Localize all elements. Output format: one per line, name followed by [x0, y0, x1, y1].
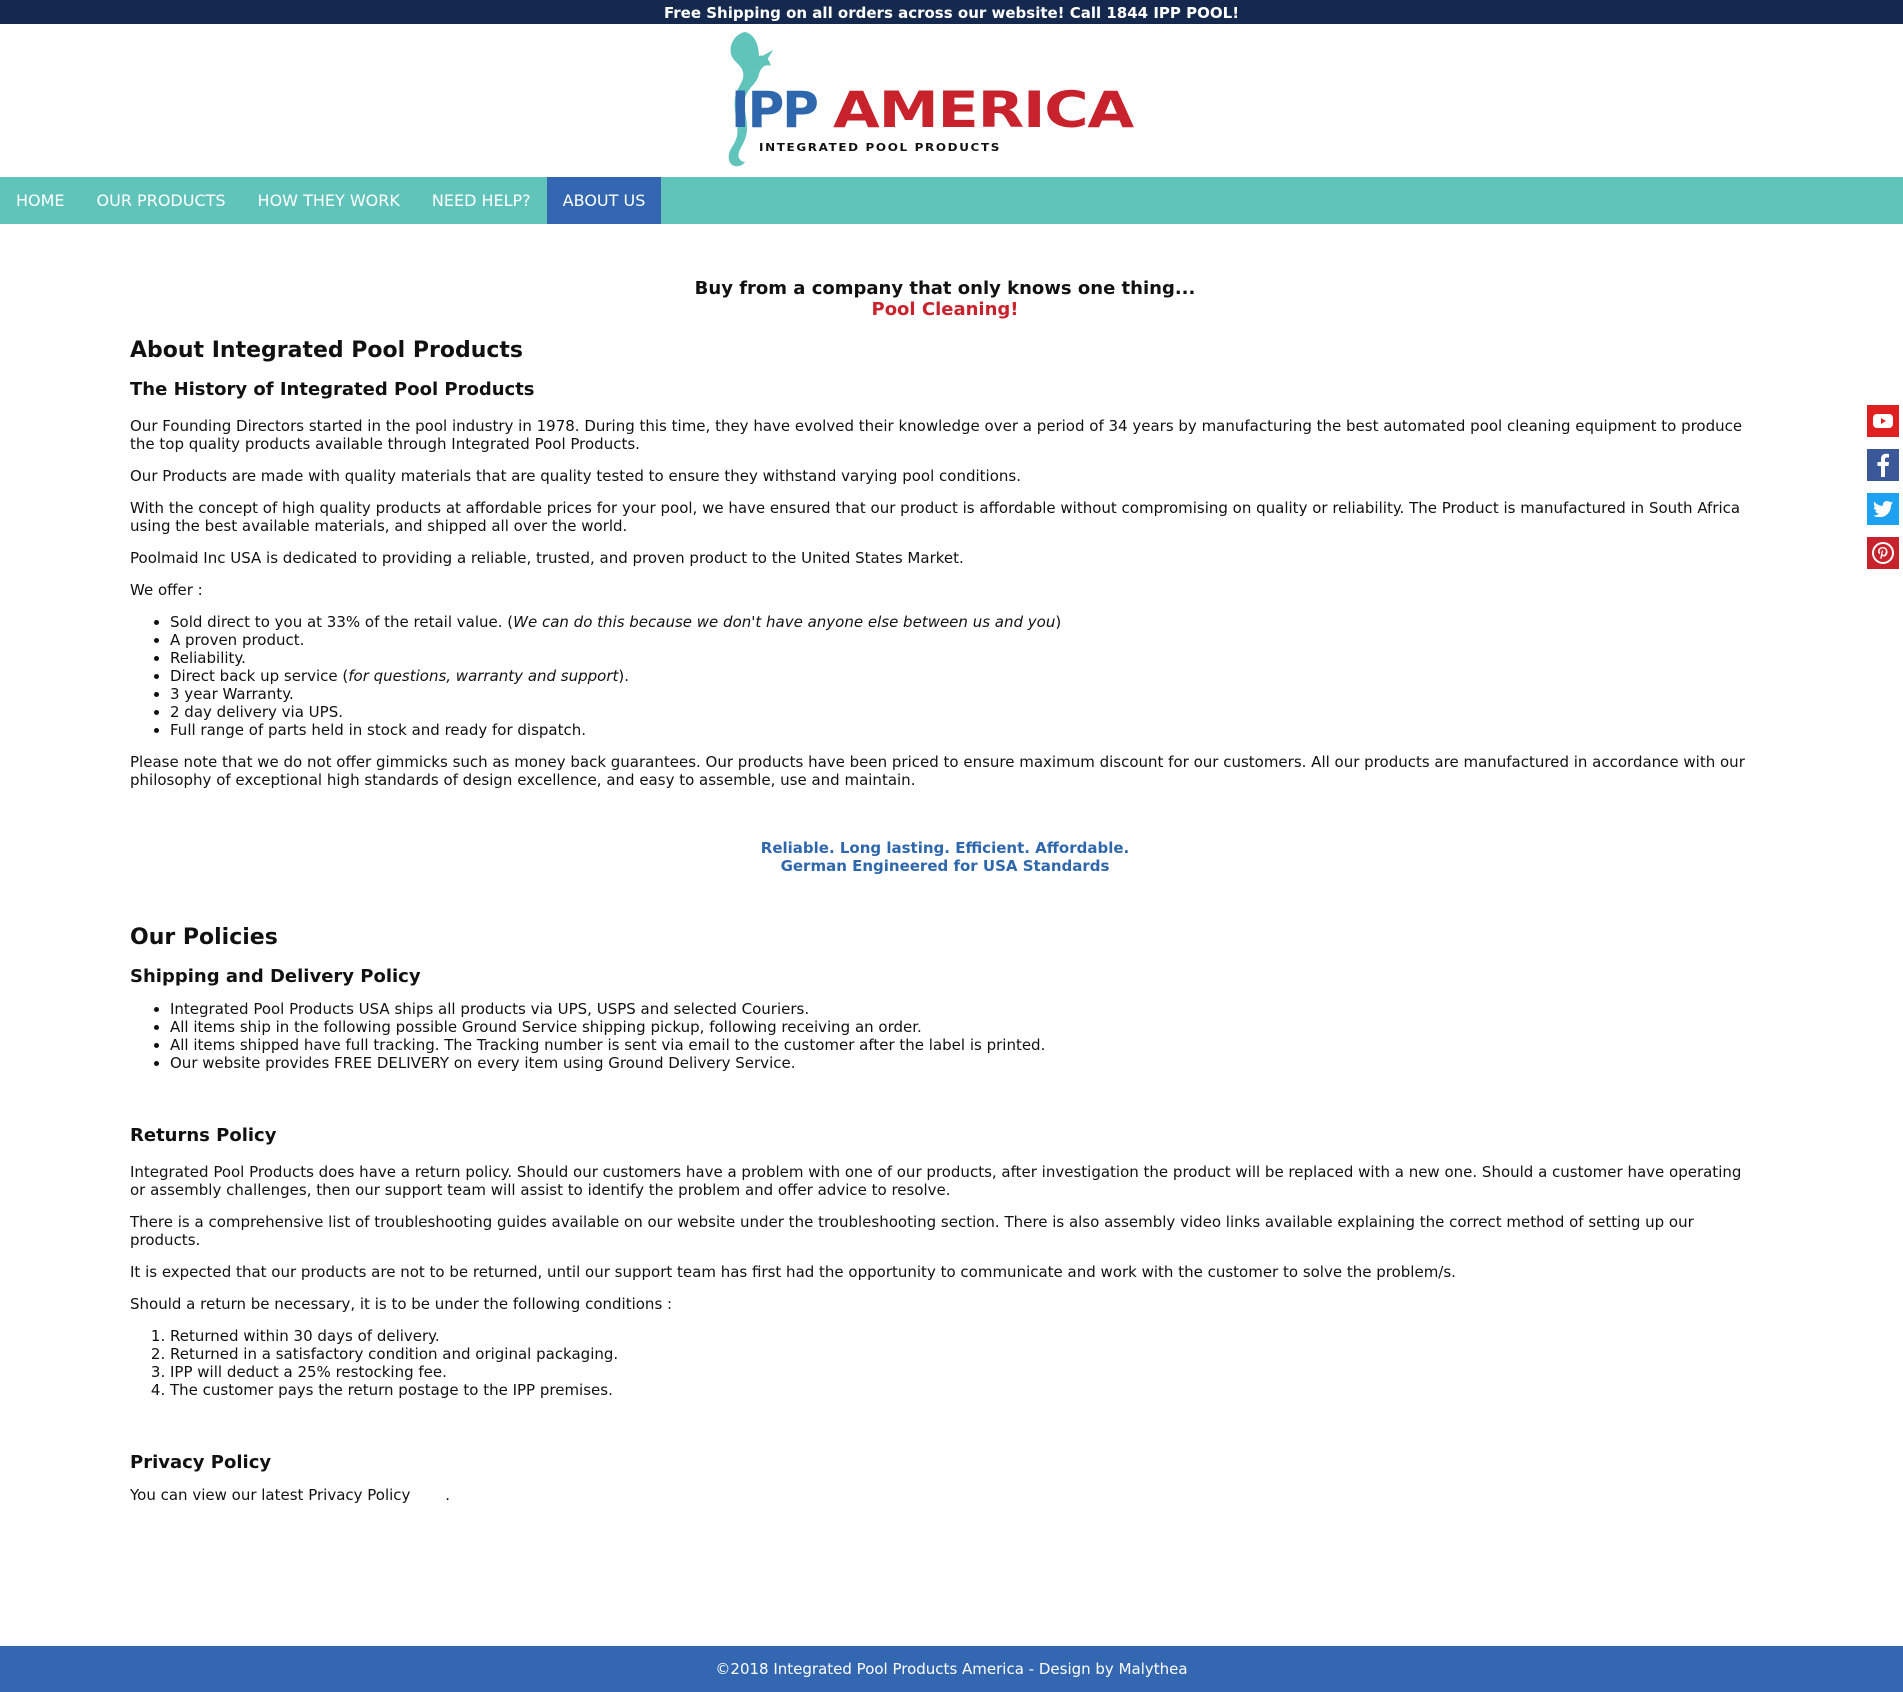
nav-our-products[interactable]: OUR PRODUCTS — [81, 177, 242, 224]
logo-america: AMERICA — [833, 81, 1135, 139]
slogan-line2: German Engineered for USA Standards — [780, 857, 1110, 875]
logo-subtitle: INTEGRATED POOL PRODUCTS — [759, 141, 1001, 154]
list-item: The customer pays the return postage to … — [170, 1381, 1760, 1399]
returns-paragraph: Should a return be necessary, it is to b… — [130, 1295, 673, 1313]
shipping-list: Integrated Pool Products USA ships all p… — [130, 1000, 1760, 1072]
footer-text: ©2018 Integrated Pool Products America -… — [715, 1660, 1188, 1678]
list-item: Reliability. — [170, 649, 1760, 667]
main-nav: HOME OUR PRODUCTS HOW THEY WORK NEED HEL… — [0, 177, 1903, 224]
twitter-icon[interactable] — [1867, 493, 1899, 525]
list-item: Full range of parts held in stock and re… — [170, 721, 1760, 739]
list-item: IPP will deduct a 25% restocking fee. — [170, 1363, 1760, 1381]
social-sidebar — [1867, 405, 1899, 581]
policies-title: Our Policies — [130, 925, 278, 950]
tagline: Buy from a company that only knows one t… — [130, 278, 1760, 320]
nav-need-help[interactable]: NEED HELP? — [416, 177, 547, 224]
list-item: All items ship in the following possible… — [170, 1018, 1760, 1036]
nav-about-us[interactable]: ABOUT US — [546, 177, 662, 224]
list-item: 3 year Warranty. — [170, 685, 1760, 703]
about-paragraph: Our Founding Directors started in the po… — [130, 417, 1743, 453]
promo-bar: Free Shipping on all orders across our w… — [0, 0, 1903, 24]
ipp-america-logo[interactable]: IPP AMERICA INTEGRATED POOL PRODUCTS — [715, 28, 1145, 174]
returns-paragraph: Integrated Pool Products does have a ret… — [130, 1163, 1742, 1199]
list-item: Integrated Pool Products USA ships all p… — [170, 1000, 1760, 1018]
list-item: Direct back up service (for questions, w… — [170, 667, 1760, 685]
list-item: All items shipped have full tracking. Th… — [170, 1036, 1760, 1054]
returns-conditions: Returned within 30 days of delivery. Ret… — [130, 1327, 1760, 1399]
about-paragraph: With the concept of high quality product… — [130, 499, 1741, 535]
tagline-line2: Pool Cleaning! — [871, 299, 1019, 320]
returns-title: Returns Policy — [130, 1125, 277, 1146]
list-item: Returned in a satisfactory condition and… — [170, 1345, 1760, 1363]
privacy-title: Privacy Policy — [130, 1452, 272, 1473]
facebook-icon[interactable] — [1867, 449, 1899, 481]
list-item: Our website provides FREE DELIVERY on ev… — [170, 1054, 1760, 1072]
pinterest-icon[interactable] — [1867, 537, 1899, 569]
returns-paragraph: There is a comprehensive list of trouble… — [130, 1213, 1694, 1249]
nav-home[interactable]: HOME — [0, 177, 81, 224]
slogan-line1: Reliable. Long lasting. Efficient. Affor… — [760, 839, 1130, 857]
about-note: Please note that we do not offer gimmick… — [130, 753, 1745, 789]
privacy-paragraph: You can view our latest Privacy Policy . — [130, 1486, 450, 1504]
about-paragraph: Our Products are made with quality mater… — [130, 467, 1021, 485]
about-paragraph: Poolmaid Inc USA is dedicated to providi… — [130, 549, 964, 567]
offer-list: Sold direct to you at 33% of the retail … — [130, 613, 1760, 739]
shipping-title: Shipping and Delivery Policy — [130, 966, 421, 987]
list-item: Sold direct to you at 33% of the retail … — [170, 613, 1760, 631]
footer: ©2018 Integrated Pool Products America -… — [0, 1646, 1903, 1692]
about-title: About Integrated Pool Products — [130, 338, 524, 363]
main-content: Buy from a company that only knows one t… — [130, 278, 1760, 1504]
list-item: 2 day delivery via UPS. — [170, 703, 1760, 721]
youtube-icon[interactable] — [1867, 405, 1899, 437]
nav-how-they-work[interactable]: HOW THEY WORK — [242, 177, 416, 224]
tagline-line1: Buy from a company that only knows one t… — [694, 278, 1196, 299]
history-title: The History of Integrated Pool Products — [130, 379, 535, 400]
list-item: Returned within 30 days of delivery. — [170, 1327, 1760, 1345]
list-item: A proven product. — [170, 631, 1760, 649]
offer-intro: We offer : — [130, 581, 203, 599]
promo-text: Free Shipping on all orders across our w… — [663, 4, 1240, 22]
returns-paragraph: It is expected that our products are not… — [130, 1263, 1456, 1281]
logo-ipp: IPP — [731, 81, 817, 139]
header: IPP AMERICA INTEGRATED POOL PRODUCTS — [0, 24, 1903, 177]
